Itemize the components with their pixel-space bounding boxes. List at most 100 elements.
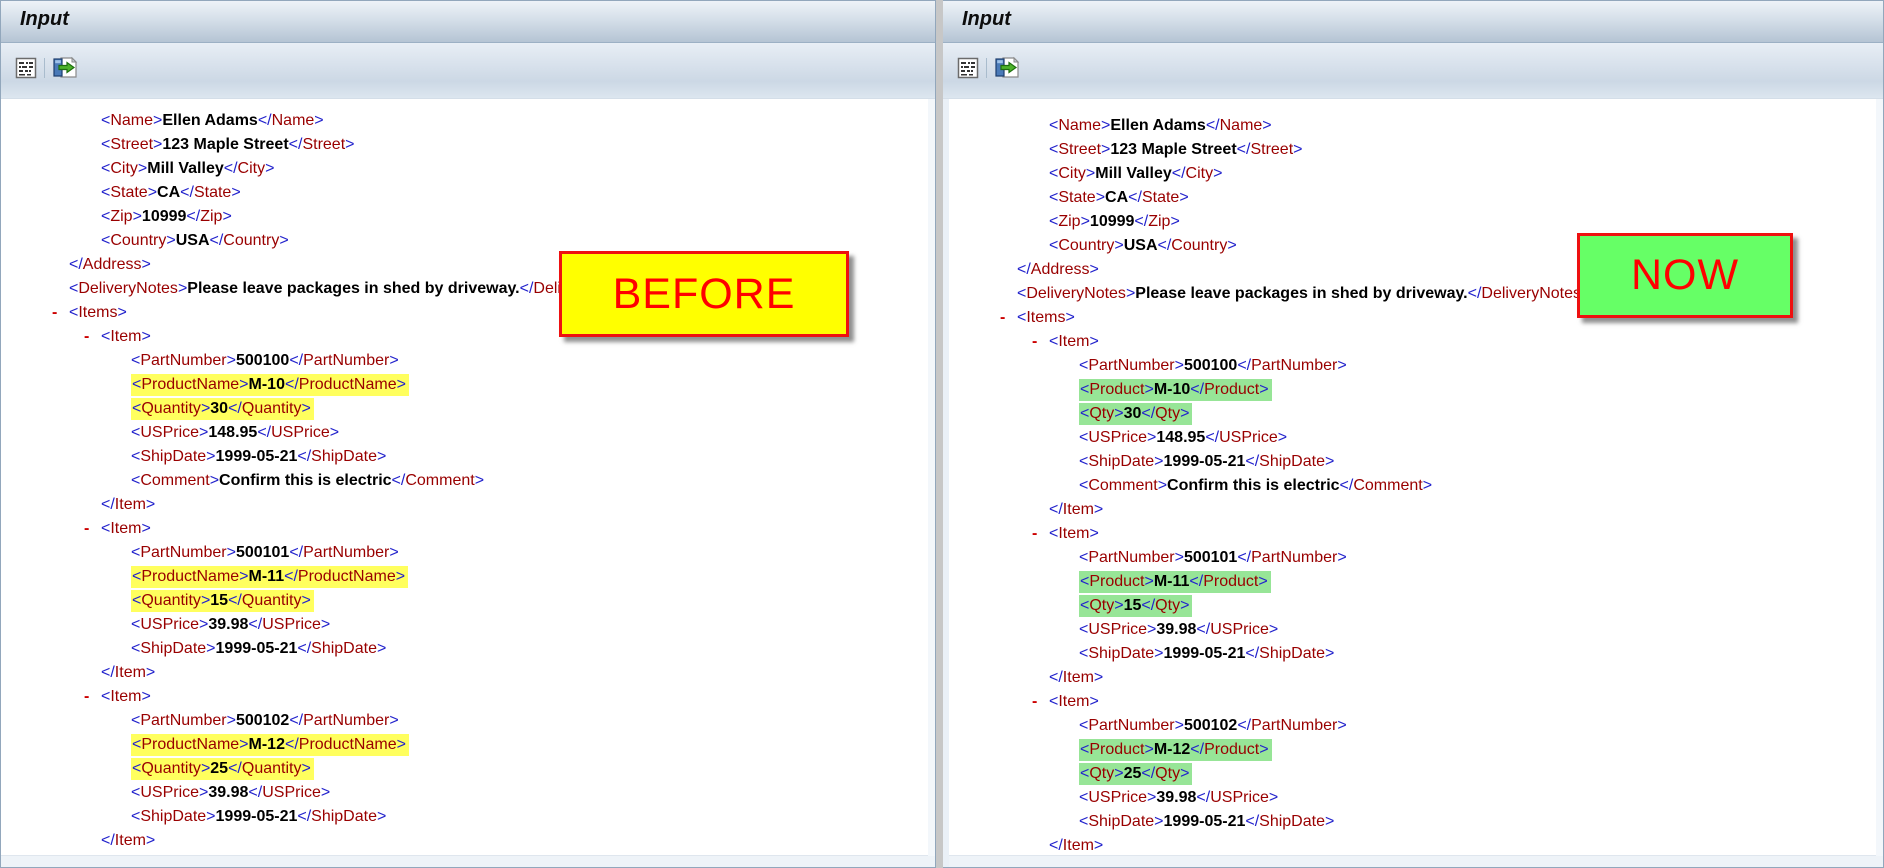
xml-element: <PartNumber>500102</PartNumber> xyxy=(131,712,399,729)
bracket: </ xyxy=(1189,573,1203,590)
bracket: </ xyxy=(289,544,303,561)
xml-element: </Item> xyxy=(1049,669,1103,686)
bracket: < xyxy=(1079,429,1088,446)
bracket: </ xyxy=(1134,213,1148,230)
input-panel-before: Input xyxy=(0,0,936,868)
bracket: </ xyxy=(1196,789,1210,806)
panel-splitter[interactable] xyxy=(936,0,943,868)
xml-element: <PartNumber>500100</PartNumber> xyxy=(1079,357,1347,374)
export-button[interactable] xyxy=(52,56,78,80)
tag-name: ProductName xyxy=(141,568,239,585)
xml-line: <PartNumber>500101</PartNumber> xyxy=(1,541,935,565)
bracket: < xyxy=(132,568,141,585)
element-value: CA xyxy=(1105,189,1128,206)
xml-element: <Item> xyxy=(1049,693,1099,710)
tag-name: Zip xyxy=(1058,213,1080,230)
bracket: > xyxy=(1269,621,1278,638)
bracket: > xyxy=(265,160,274,177)
bracket: < xyxy=(1080,573,1089,590)
xml-line: <PartNumber>500100</PartNumber> xyxy=(1,349,935,373)
xml-line: <PartNumber>500100</PartNumber> xyxy=(949,354,1883,378)
xml-line: </Item> xyxy=(949,666,1883,690)
bracket: < xyxy=(132,400,141,417)
bracket: > xyxy=(1147,621,1156,638)
collapse-toggle[interactable]: - xyxy=(1000,306,1005,330)
panel-toolbar xyxy=(943,43,1883,99)
xml-line: -<Item> xyxy=(1,685,935,709)
tag-name: PartNumber xyxy=(303,352,389,369)
xml-content-area: <Name>Ellen Adams</Name><Street>123 Mapl… xyxy=(943,99,1883,868)
collapse-toggle[interactable]: - xyxy=(84,685,89,709)
bracket: </ xyxy=(297,808,311,825)
bracket: < xyxy=(1079,813,1088,830)
xml-line: <USPrice>148.95</USPrice> xyxy=(949,426,1883,450)
collapse-toggle[interactable]: - xyxy=(1032,330,1037,354)
tag-name: ProductName xyxy=(141,736,239,753)
bracket: < xyxy=(1080,381,1089,398)
element-value: 10999 xyxy=(142,208,187,225)
export-button[interactable] xyxy=(994,56,1020,80)
bracket: > xyxy=(1158,477,1167,494)
horizontal-scrollbar[interactable] xyxy=(949,855,1883,868)
tag-name: Name xyxy=(1058,117,1101,134)
bracket: > xyxy=(1180,597,1189,614)
bracket: < xyxy=(1017,309,1026,326)
element-value: Confirm this is electric xyxy=(1167,477,1340,494)
bracket: < xyxy=(1017,285,1026,302)
collapse-toggle[interactable]: - xyxy=(52,301,57,325)
text-grid-view-button[interactable] xyxy=(13,56,39,80)
bracket: </ xyxy=(1206,117,1220,134)
tag-name: Qty xyxy=(1155,765,1180,782)
tag-name: City xyxy=(1186,165,1214,182)
element-value: 500102 xyxy=(236,712,289,729)
bracket: </ xyxy=(224,160,238,177)
panel-title-text: Input xyxy=(962,8,1011,30)
bracket: </ xyxy=(1245,453,1259,470)
bracket: > xyxy=(153,136,162,153)
horizontal-scrollbar[interactable] xyxy=(1,855,935,868)
element-value: 500101 xyxy=(236,544,289,561)
bracket: > xyxy=(1090,261,1099,278)
panel-title-text: Input xyxy=(20,8,69,30)
bracket: > xyxy=(206,448,215,465)
xml-line: <ShipDate>1999-05-21</ShipDate> xyxy=(1,637,935,661)
tag-name: Item xyxy=(1058,693,1089,710)
collapse-toggle[interactable]: - xyxy=(1032,690,1037,714)
bracket: < xyxy=(1049,693,1058,710)
xml-line: <State>CA</State> xyxy=(949,186,1883,210)
tag-name: ShipDate xyxy=(1088,813,1154,830)
tag-name: PartNumber xyxy=(1088,357,1174,374)
bracket: > xyxy=(1337,549,1346,566)
xml-element: <Country>USA</Country> xyxy=(1049,237,1237,254)
tag-name: Item xyxy=(115,664,146,681)
bracket: > xyxy=(133,208,142,225)
tag-name: Street xyxy=(110,136,153,153)
xml-line: <ShipDate>1999-05-21</ShipDate> xyxy=(1,805,935,829)
toolbar-separator xyxy=(44,58,45,78)
xml-element: <State>CA</State> xyxy=(101,184,241,201)
bracket: < xyxy=(132,736,141,753)
bracket: > xyxy=(146,832,155,849)
tag-name: PartNumber xyxy=(140,352,226,369)
text-grid-view-button[interactable] xyxy=(955,56,981,80)
vertical-scrollbar[interactable] xyxy=(928,99,935,856)
tag-name: Product xyxy=(1203,573,1258,590)
xml-line: <ShipDate>1999-05-21</ShipDate> xyxy=(949,450,1883,474)
bracket: > xyxy=(301,592,310,609)
element-value: 30 xyxy=(210,400,228,417)
bracket: < xyxy=(1079,549,1088,566)
export-icon xyxy=(994,56,1020,80)
xml-line: <PartNumber>500101</PartNumber> xyxy=(949,546,1883,570)
xml-element: <Zip>10999</Zip> xyxy=(101,208,232,225)
tag-name: Street xyxy=(1250,141,1293,158)
bracket: </ xyxy=(289,712,303,729)
bracket: </ xyxy=(1049,837,1063,854)
bracket: > xyxy=(1144,381,1153,398)
bracket: < xyxy=(69,304,78,321)
collapse-toggle[interactable]: - xyxy=(84,325,89,349)
collapse-toggle[interactable]: - xyxy=(1032,522,1037,546)
vertical-scrollbar[interactable] xyxy=(1876,99,1883,856)
collapse-toggle[interactable]: - xyxy=(84,517,89,541)
bracket: < xyxy=(131,712,140,729)
xml-line: <Street>123 Maple Street</Street> xyxy=(1,133,935,157)
